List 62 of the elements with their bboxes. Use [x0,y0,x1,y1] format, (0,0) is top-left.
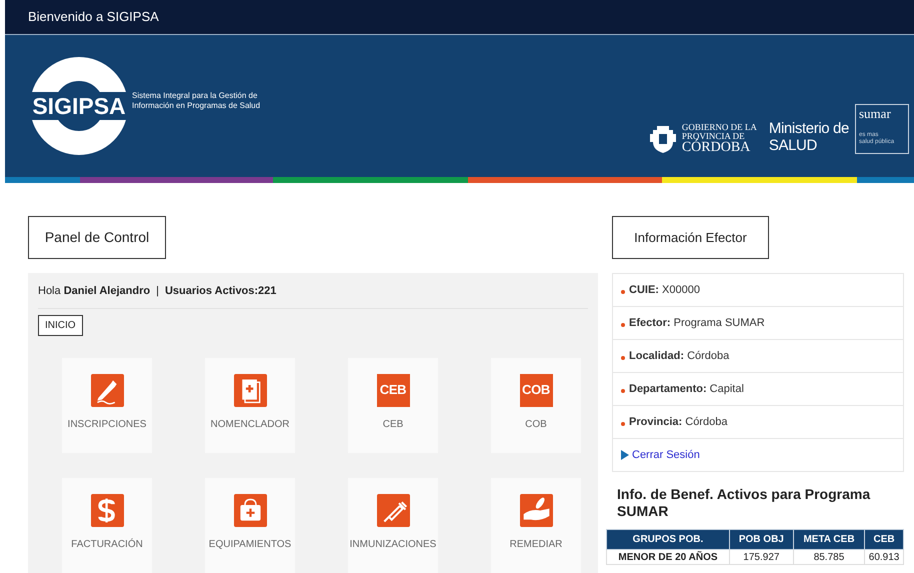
crest-icon [650,124,676,154]
government-logo-text: GOBIERNO DE LA [682,123,757,132]
table-cell: 60.913 [864,550,904,564]
table-header-cell: META CEB [793,530,865,550]
table-cell: MENOR DE 20 AÑOS [606,550,730,564]
menu-tile[interactable]: FACTURACIÓN [62,478,152,572]
table-cell: 85.785 [793,550,865,564]
logout-link[interactable]: Cerrar Sesión [632,446,700,464]
table-header-cell: POB OBJ [729,530,794,550]
tile-label: REMEDIAR [510,538,562,552]
document-plus-icon [234,374,266,406]
beneficiaries-title: Info. de Benef. Activos para Programa SUMAR [616,486,872,520]
government-logo-text: CÓRDOBA [682,141,752,154]
pencil-icon [90,374,124,406]
medical-bag-icon [234,494,266,526]
menu-tile[interactable]: INSCRIPCIONES [62,358,152,452]
ministry-logo-text: Ministerio de [768,120,849,137]
tile-label: COB [525,418,547,432]
logo-subtitle: Información en Programas de Salud [132,101,260,111]
menu-tile[interactable]: EQUIPAMIENTOS [205,478,295,572]
top-bar-title: Bienvenido a SIGIPSA [28,8,159,26]
menu-tile[interactable]: COB COB [491,358,581,452]
bullet-icon [621,388,625,392]
hand-icon [520,494,552,526]
breadcrumb-button[interactable]: INICIO [38,314,83,336]
tile-label: FACTURACIÓN [71,537,143,552]
tile-label: EQUIPAMIENTOS [208,538,292,552]
sumar-logo-name: sumar [859,106,892,122]
active-users-text: Usuarios Activos:221 [164,284,276,299]
dollar-icon [90,494,124,526]
table-header-cell: GRUPOS POB. [606,530,730,550]
info-text: CUIE: X00000 [629,282,700,298]
table-header-cell: CEB [864,530,904,550]
syringe-icon [376,494,410,526]
menu-tile[interactable]: INMUNIZACIONES [348,478,438,572]
play-arrow-icon [621,450,629,460]
bullet-icon [621,422,625,426]
bullet-icon [621,322,625,326]
tile-label: NOMENCLADOR [210,418,290,432]
efector-title: Información Efector [612,216,769,259]
tile-badge-icon: COB [520,374,552,406]
logo-subtitle: Sistema Integral para la Gestión de [132,91,258,101]
menu-tile[interactable]: NOMENCLADOR [205,358,295,452]
bullet-icon [621,356,625,360]
info-text: Provincia: Córdoba [629,414,728,430]
info-text: Departamento: Capital [629,382,744,397]
menu-tile[interactable]: REMEDIAR [491,478,581,572]
table-cell: 175.927 [729,550,794,564]
tile-label: CEB [382,418,404,432]
info-text: Efector: Programa SUMAR [629,316,765,331]
info-text: Localidad: Córdoba [629,348,730,364]
tile-label: INMUNIZACIONES [350,538,436,552]
separator-text: | [156,284,159,299]
panel-title: Panel de Control [28,216,166,259]
greeting-text: Hola Daniel Alejandro [38,284,150,299]
menu-tile[interactable]: CEB CEB [348,358,438,452]
government-logo-text: PROVINCIA DE [682,132,745,141]
tile-label: INSCRIPCIONES [68,418,146,432]
ministry-logo-text: SALUD [768,137,818,154]
tile-badge-icon: CEB [376,374,410,406]
bullet-icon [621,290,625,294]
sigipsa-logo: SIGIPSA [30,56,128,156]
